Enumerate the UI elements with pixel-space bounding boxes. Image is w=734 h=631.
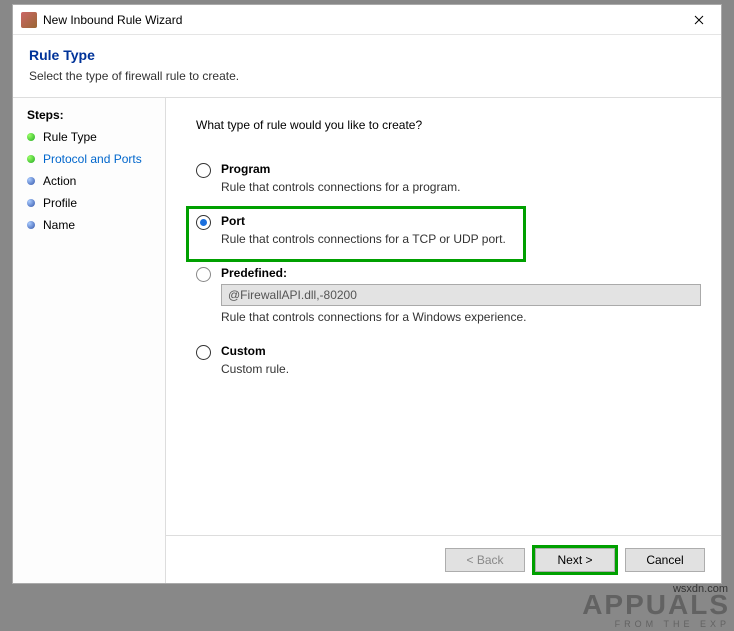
radio-custom[interactable]: [196, 345, 211, 360]
option-title: Program: [221, 162, 701, 176]
option-body: Port Rule that controls connections for a…: [221, 214, 701, 246]
step-label: Name: [43, 218, 75, 232]
prompt-text: What type of rule would you like to crea…: [196, 118, 701, 132]
titlebar: New Inbound Rule Wizard: [13, 5, 721, 35]
steps-heading: Steps:: [27, 108, 165, 122]
option-body: Predefined: @FirewallAPI.dll,-80200 Rule t…: [221, 266, 701, 324]
content-inner: What type of rule would you like to crea…: [166, 98, 721, 535]
option-predefined: Predefined: @FirewallAPI.dll,-80200 Rule t…: [196, 266, 701, 324]
back-button[interactable]: < Back: [445, 548, 525, 572]
cancel-button[interactable]: Cancel: [625, 548, 705, 572]
predefined-dropdown: @FirewallAPI.dll,-80200: [221, 284, 701, 306]
footer-bar: < Back Next > Cancel: [166, 535, 721, 583]
wizard-body: Steps: Rule Type Protocol and Ports Action…: [13, 97, 721, 583]
step-protocol-and-ports[interactable]: Protocol and Ports: [27, 152, 165, 166]
wizard-window: New Inbound Rule Wizard Rule Type Select…: [12, 4, 722, 584]
next-button-label: Next >: [557, 553, 592, 567]
page-header: Rule Type Select the type of firewall ru…: [13, 35, 721, 97]
close-button[interactable]: [676, 5, 721, 34]
option-port: Port Rule that controls connections for a…: [196, 214, 701, 246]
option-program: Program Rule that controls connections fo…: [196, 162, 701, 194]
step-bullet-icon: [27, 221, 35, 229]
option-title: Predefined:: [221, 266, 701, 280]
step-bullet-icon: [27, 177, 35, 185]
radio-predefined: [196, 267, 211, 282]
step-bullet-icon: [27, 133, 35, 141]
window-title: New Inbound Rule Wizard: [43, 13, 676, 27]
step-rule-type[interactable]: Rule Type: [27, 130, 165, 144]
option-body: Custom Custom rule.: [221, 344, 701, 376]
step-action[interactable]: Action: [27, 174, 165, 188]
option-description: Custom rule.: [221, 362, 701, 376]
option-custom: Custom Custom rule.: [196, 344, 701, 376]
next-button[interactable]: Next >: [535, 548, 615, 572]
step-name[interactable]: Name: [27, 218, 165, 232]
step-label: Profile: [43, 196, 77, 210]
watermark: APPUALS FROM THE EXP: [582, 591, 730, 629]
content-pane: What type of rule would you like to crea…: [165, 98, 721, 583]
watermark-logo: APPUALS: [582, 591, 730, 619]
back-button-label: < Back: [466, 553, 503, 567]
cancel-button-label: Cancel: [646, 553, 683, 567]
option-description: Rule that controls connections for a pro…: [221, 180, 701, 194]
option-title: Port: [221, 214, 701, 228]
steps-sidebar: Steps: Rule Type Protocol and Ports Action…: [13, 98, 165, 583]
step-label: Protocol and Ports: [43, 152, 142, 166]
step-label: Rule Type: [43, 130, 97, 144]
step-profile[interactable]: Profile: [27, 196, 165, 210]
option-body: Program Rule that controls connections fo…: [221, 162, 701, 194]
step-bullet-icon: [27, 155, 35, 163]
watermark-tagline: FROM THE EXP: [582, 619, 730, 629]
option-title: Custom: [221, 344, 701, 358]
firewall-icon: [21, 12, 37, 28]
radio-program[interactable]: [196, 163, 211, 178]
radio-port[interactable]: [196, 215, 211, 230]
close-icon: [694, 15, 704, 25]
step-bullet-icon: [27, 199, 35, 207]
page-subtitle: Select the type of firewall rule to crea…: [29, 69, 705, 83]
step-label: Action: [43, 174, 76, 188]
page-title: Rule Type: [29, 47, 705, 63]
option-description: Rule that controls connections for a Win…: [221, 310, 701, 324]
option-description: Rule that controls connections for a TCP…: [221, 232, 701, 246]
